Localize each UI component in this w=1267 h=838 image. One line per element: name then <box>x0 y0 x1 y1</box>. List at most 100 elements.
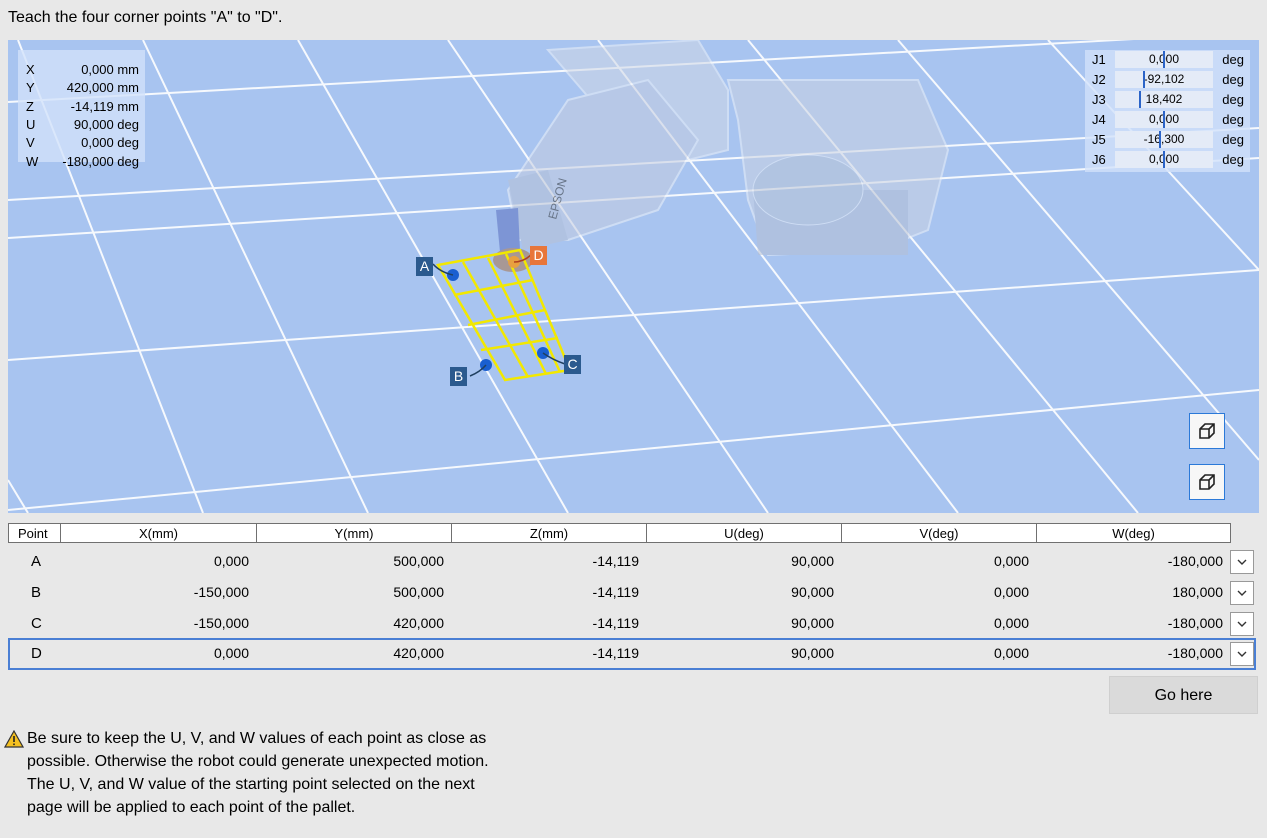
joint-unit: deg <box>1222 152 1244 167</box>
chevron-down-icon <box>1237 651 1247 657</box>
joint-name: J3 <box>1092 92 1106 107</box>
joint-row-j1: J1 0,000 deg <box>1085 50 1250 70</box>
joint-bar: 18,402 <box>1115 91 1213 108</box>
column-header-z: Z(mm) <box>451 523 646 543</box>
column-header-x: X(mm) <box>60 523 256 543</box>
table-row-d-selected[interactable]: D 0,000 420,000 -14,119 90,000 0,000 -18… <box>8 638 1256 670</box>
warning-triangle-icon <box>4 730 24 748</box>
cell-point: A <box>31 553 42 570</box>
cell-w: -180,000 <box>1167 615 1223 631</box>
cell-z: -14,119 <box>592 584 639 600</box>
joint-row-j5: J5 -16,300 deg <box>1085 130 1250 150</box>
joint-row-j3: J3 18,402 deg <box>1085 90 1250 110</box>
joint-marker <box>1163 51 1165 68</box>
column-header-v: V(deg) <box>841 523 1036 543</box>
joint-marker <box>1159 131 1161 148</box>
point-a-tag: A <box>416 257 433 276</box>
table-row-a[interactable]: A 0,000 500,000 -14,119 90,000 0,000 -18… <box>8 546 1256 577</box>
cell-y: 500,000 <box>393 553 444 569</box>
w-dropdown-button[interactable] <box>1230 550 1254 574</box>
joint-bar: -16,300 <box>1115 131 1213 148</box>
view-preset-button-2[interactable] <box>1189 464 1225 500</box>
pose-row-w: W -180,000 deg <box>18 154 145 172</box>
cell-u: 90,000 <box>791 645 834 661</box>
column-header-point: Point <box>8 523 60 543</box>
cell-w: 180,000 <box>1172 584 1223 600</box>
cell-x: 0,000 <box>213 553 249 569</box>
table-row-c[interactable]: C -150,000 420,000 -14,119 90,000 0,000 … <box>8 608 1256 639</box>
cell-w: -180,000 <box>1167 645 1223 661</box>
joint-marker <box>1163 111 1165 128</box>
cube-view-icon <box>1199 423 1215 439</box>
warning-line-2: The U, V, and W value of the starting po… <box>27 776 475 816</box>
robot-3d-viewport[interactable]: EPSON A B C D X 0,000 mm Y 420,000 mm Z … <box>8 40 1259 513</box>
joint-bar: 0,000 <box>1115 151 1213 168</box>
point-c-tag: C <box>564 355 581 374</box>
cell-y: 420,000 <box>393 615 444 631</box>
joint-unit: deg <box>1222 72 1244 87</box>
cell-point: D <box>31 645 42 662</box>
w-dropdown-button[interactable] <box>1230 581 1254 605</box>
joint-name: J1 <box>1092 52 1106 67</box>
column-header-w: W(deg) <box>1036 523 1231 543</box>
instruction-text: Teach the four corner points "A" to "D". <box>8 9 283 26</box>
w-dropdown-button[interactable] <box>1230 612 1254 636</box>
joint-value: -16,300 <box>1143 132 1185 146</box>
joint-unit: deg <box>1222 92 1244 107</box>
chevron-down-icon <box>1237 559 1247 565</box>
chevron-down-icon <box>1237 621 1247 627</box>
joint-bar: 0,000 <box>1115 111 1213 128</box>
pose-row-x: X 0,000 mm <box>18 62 145 80</box>
cell-v: 0,000 <box>993 615 1029 631</box>
pose-value: 0,000 deg <box>81 135 139 150</box>
view-preset-button-1[interactable] <box>1189 413 1225 449</box>
robot-arm-model: EPSON <box>493 40 950 272</box>
cell-y: 500,000 <box>393 584 444 600</box>
pose-axis: U <box>26 117 36 132</box>
cell-v: 0,000 <box>993 553 1029 569</box>
pose-row-v: V 0,000 deg <box>18 135 145 153</box>
pose-row-u: U 90,000 deg <box>18 117 145 135</box>
cell-y: 420,000 <box>393 645 444 661</box>
cell-w: -180,000 <box>1167 553 1223 569</box>
point-d-tag: D <box>530 246 547 265</box>
cell-point: B <box>31 584 42 601</box>
joint-row-j4: J4 0,000 deg <box>1085 110 1250 130</box>
chevron-down-icon <box>1237 590 1247 596</box>
pose-axis: X <box>26 62 35 77</box>
joint-name: J2 <box>1092 72 1106 87</box>
warning-text: Be sure to keep the U, V, and W values o… <box>27 727 497 819</box>
cell-x: -150,000 <box>193 615 249 631</box>
joint-name: J4 <box>1092 112 1106 127</box>
cell-u: 90,000 <box>791 553 834 569</box>
joint-row-j6: J6 0,000 deg <box>1085 150 1250 170</box>
cell-x: 0,000 <box>213 645 249 661</box>
w-dropdown-button[interactable] <box>1230 642 1254 666</box>
joint-name: J5 <box>1092 132 1106 147</box>
pose-value: 90,000 deg <box>73 117 139 132</box>
pose-row-y: Y 420,000 mm <box>18 80 145 98</box>
cell-z: -14,119 <box>592 553 639 569</box>
table-row-b[interactable]: B -150,000 500,000 -14,119 90,000 0,000 … <box>8 577 1256 608</box>
cell-x: -150,000 <box>193 584 249 600</box>
cell-point: C <box>31 615 42 632</box>
pose-value: -14,119 mm <box>70 99 139 114</box>
cell-u: 90,000 <box>791 584 834 600</box>
scene-canvas: EPSON <box>8 40 1259 513</box>
joint-marker <box>1163 151 1165 168</box>
pose-value: 420,000 mm <box>66 80 139 95</box>
joint-unit: deg <box>1222 132 1244 147</box>
go-here-button[interactable]: Go here <box>1109 676 1258 714</box>
pose-axis: V <box>26 135 35 150</box>
joint-name: J6 <box>1092 152 1106 167</box>
joint-marker <box>1139 91 1141 108</box>
pose-axis: W <box>26 154 39 169</box>
joint-bar: 0,000 <box>1115 51 1213 68</box>
column-header-y: Y(mm) <box>256 523 451 543</box>
joint-unit: deg <box>1222 112 1244 127</box>
pose-row-z: Z -14,119 mm <box>18 99 145 117</box>
joint-value: -92,102 <box>1143 72 1185 86</box>
joint-bar: -92,102 <box>1115 71 1213 88</box>
cell-z: -14,119 <box>592 645 639 661</box>
pose-value: -180,000 deg <box>62 154 139 169</box>
